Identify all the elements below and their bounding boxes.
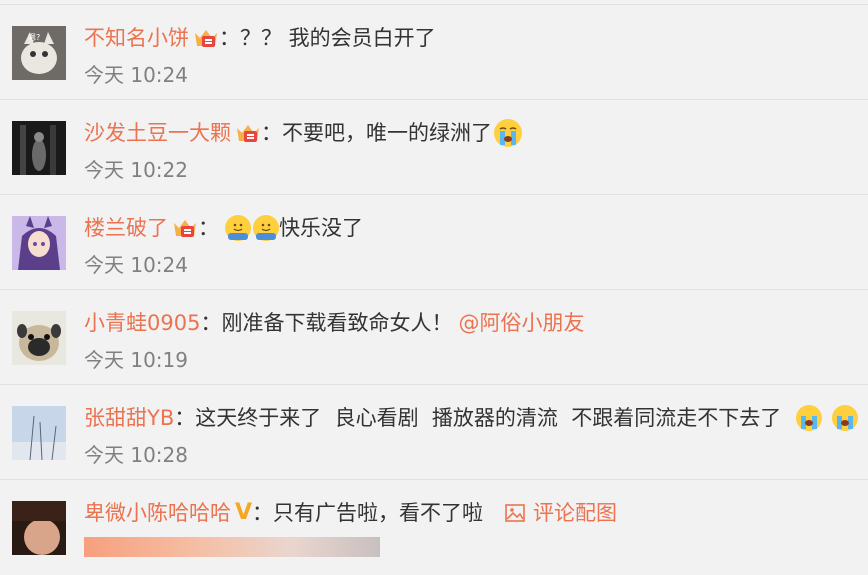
comment-item: 卑微小陈哈哈哈 V ： 只有广告啦，看不了啦 评论配图 (0, 480, 868, 575)
timestamp: 今天 10:24 (84, 63, 188, 87)
comment-item: 张甜甜YB ： 这天终于来了 良心看剧 播放器的清流 不跟着同流走不下去了 今天… (0, 385, 868, 480)
colon: ： (219, 26, 240, 50)
avatar[interactable] (12, 216, 66, 270)
comment-item: 小青蛙0905 ： 刚准备下载看致命女人！ @阿俗小朋友 今天 10:19 (0, 290, 868, 385)
username-link[interactable]: 楼兰破了 (84, 213, 168, 243)
comment-list: 嗯? 不知名小饼 ： ？？ 我的会员白开了 今天 10:24 沙发土豆一大颗 ：… (0, 0, 868, 557)
crown-badge-icon[interactable] (193, 27, 219, 49)
comment-text: 快乐没了 (279, 216, 363, 240)
comment-line: 沙发土豆一大颗 ： 不要吧，唯一的绿洲了 (84, 118, 868, 148)
colon: ： (200, 311, 222, 335)
comment-item: 沙发土豆一大颗 ： 不要吧，唯一的绿洲了 今天 10:22 (0, 100, 868, 195)
colon: ： (198, 216, 219, 240)
avatar[interactable] (12, 121, 66, 175)
crown-badge-icon[interactable] (172, 217, 198, 239)
avatar[interactable]: 嗯? (12, 26, 66, 80)
hugging-face-icon (253, 215, 279, 241)
crying-face-icon (494, 119, 522, 147)
username-link[interactable]: 不知名小饼 (84, 23, 189, 53)
comment-content: 沙发土豆一大颗 ： 不要吧，唯一的绿洲了 今天 10:22 (84, 118, 868, 183)
image-icon (505, 504, 525, 522)
username-link[interactable]: 沙发土豆一大颗 (84, 118, 231, 148)
colon: ： (252, 501, 274, 525)
colon: ： (261, 121, 282, 145)
comment-content: 不知名小饼 ： ？？ 我的会员白开了 今天 10:24 (84, 23, 868, 88)
comment-content: 卑微小陈哈哈哈 V ： 只有广告啦，看不了啦 评论配图 (84, 498, 868, 528)
timestamp: 今天 10:28 (84, 443, 188, 467)
crying-face-icon (831, 405, 858, 431)
comment-text: 这天终于来了 良心看剧 播放器的清流 不跟着同流走不下去了 (195, 406, 788, 430)
username-link[interactable]: 张甜甜YB (84, 403, 174, 433)
colon: ： (174, 406, 196, 430)
comment-content: 小青蛙0905 ： 刚准备下载看致命女人！ @阿俗小朋友 今天 10:19 (84, 308, 868, 373)
comment-picture-link[interactable]: 评论配图 (505, 498, 617, 528)
comment-text: 只有广告啦，看不了啦 (273, 501, 484, 525)
comment-line: 不知名小饼 ： ？？ 我的会员白开了 (84, 23, 868, 53)
verified-v-icon[interactable]: V (235, 498, 252, 528)
svg-text:嗯?: 嗯? (28, 33, 40, 42)
timestamp: 今天 10:24 (84, 253, 188, 277)
comment-item: 楼兰破了 ： 快乐没了 今天 10:24 (0, 195, 868, 290)
username-link[interactable]: 卑微小陈哈哈哈 (84, 498, 231, 528)
comment-line: 卑微小陈哈哈哈 V ： 只有广告啦，看不了啦 评论配图 (84, 498, 868, 528)
avatar[interactable] (12, 406, 66, 460)
comment-text: ？？ 我的会员白开了 (240, 26, 436, 50)
comment-line: 张甜甜YB ： 这天终于来了 良心看剧 播放器的清流 不跟着同流走不下去了 (84, 403, 868, 433)
timestamp: 今天 10:19 (84, 348, 188, 372)
avatar[interactable] (12, 501, 66, 555)
comment-picture-label: 评论配图 (533, 501, 618, 525)
username-link[interactable]: 小青蛙0905 (84, 308, 200, 338)
comment-text: 刚准备下载看致命女人！ (221, 311, 453, 335)
comment-content: 张甜甜YB ： 这天终于来了 良心看剧 播放器的清流 不跟着同流走不下去了 今天… (84, 403, 868, 468)
hugging-face-icon (225, 215, 251, 241)
comment-item: 嗯? 不知名小饼 ： ？？ 我的会员白开了 今天 10:24 (0, 5, 868, 100)
comment-text: 不要吧，唯一的绿洲了 (282, 121, 492, 145)
avatar[interactable] (12, 311, 66, 365)
comment-line: 小青蛙0905 ： 刚准备下载看致命女人！ @阿俗小朋友 (84, 308, 868, 338)
mention-link[interactable]: @阿俗小朋友 (458, 308, 584, 338)
crying-face-icon (795, 405, 822, 431)
timestamp: 今天 10:22 (84, 158, 188, 182)
comment-line: 楼兰破了 ： 快乐没了 (84, 213, 868, 243)
comment-content: 楼兰破了 ： 快乐没了 今天 10:24 (84, 213, 868, 278)
comment-picture-thumbnail[interactable] (84, 537, 380, 557)
crown-badge-icon[interactable] (235, 122, 261, 144)
